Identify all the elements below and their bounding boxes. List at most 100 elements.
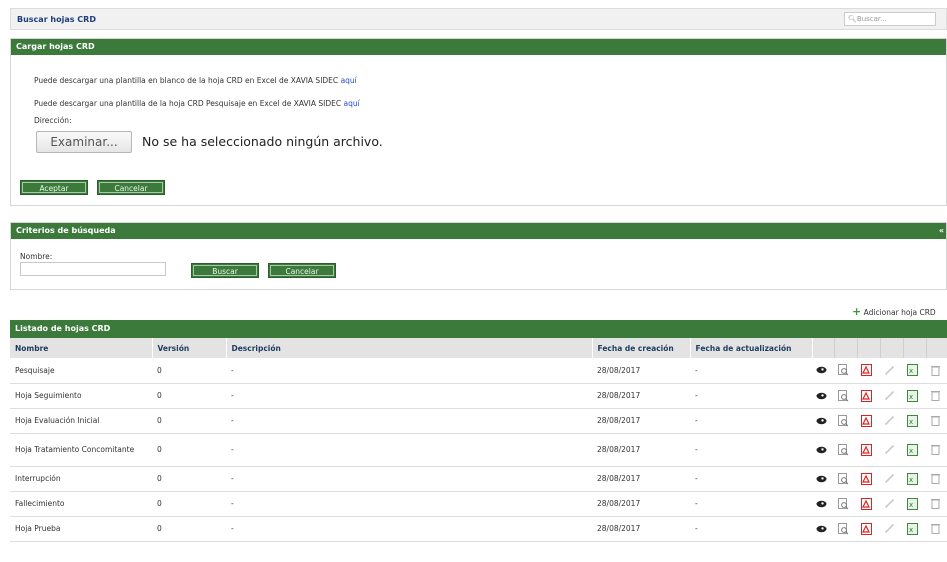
pesquisaje-download-line: Puede descargar una plantilla de la hoja… <box>34 99 360 108</box>
eye-icon[interactable] <box>812 470 830 488</box>
search-panel-title-bar: Criterios de búsqueda « <box>11 223 946 239</box>
cell-descripcion: - <box>226 383 592 409</box>
cell-action <box>857 408 880 434</box>
template-download-link[interactable]: aquí <box>341 76 357 85</box>
cell-nombre: Hoja Seguimiento <box>10 383 152 409</box>
column-header-fecha-creacion[interactable]: Fecha de creación <box>592 338 691 358</box>
cell-version: 0 <box>152 433 226 467</box>
eye-icon[interactable] <box>812 361 830 379</box>
preview-icon[interactable] <box>834 520 852 538</box>
pdf-icon[interactable] <box>857 441 875 459</box>
cell-fecha-actualizacion: - <box>690 466 812 492</box>
column-header-nombre[interactable]: Nombre <box>10 338 153 358</box>
pdf-icon[interactable] <box>857 412 875 430</box>
cell-nombre: Hoja Tratamiento Concomitante <box>10 433 152 467</box>
cell-action <box>926 491 947 517</box>
svg-text:x: x <box>909 476 913 484</box>
excel-icon[interactable]: x <box>903 495 921 513</box>
pdf-icon[interactable] <box>857 520 875 538</box>
svg-text:x: x <box>909 418 913 426</box>
search-panel: Criterios de búsqueda « <box>10 222 947 290</box>
cell-action <box>834 383 857 409</box>
svg-text:x: x <box>909 526 913 534</box>
search-input[interactable]: 🔍︎Buscar... <box>844 12 936 26</box>
edit-icon[interactable] <box>880 387 898 405</box>
edit-icon[interactable] <box>880 520 898 538</box>
delete-icon[interactable] <box>926 387 944 405</box>
cell-fecha-actualizacion: - <box>690 408 812 434</box>
page-title: Buscar hojas CRD <box>17 15 96 24</box>
accept-button[interactable]: Aceptar <box>20 180 88 195</box>
cell-action <box>812 383 834 409</box>
edit-icon[interactable] <box>880 361 898 379</box>
cell-action <box>880 433 903 467</box>
preview-icon[interactable] <box>834 441 852 459</box>
cell-action <box>812 358 834 384</box>
column-header-descripcion[interactable]: Descripción <box>226 338 593 358</box>
cell-action: x <box>903 466 926 492</box>
excel-icon[interactable]: x <box>903 387 921 405</box>
template-download-text: Puede descargar una plantilla en blanco … <box>34 76 339 85</box>
eye-icon[interactable] <box>812 520 830 538</box>
cell-action <box>857 491 880 517</box>
excel-icon[interactable]: x <box>903 412 921 430</box>
excel-icon[interactable]: x <box>903 470 921 488</box>
preview-icon[interactable] <box>834 387 852 405</box>
excel-icon[interactable]: x <box>903 361 921 379</box>
pesquisaje-download-link[interactable]: aquí <box>343 99 359 108</box>
cell-action <box>880 466 903 492</box>
cell-descripcion: - <box>226 466 592 492</box>
pdf-icon[interactable] <box>857 495 875 513</box>
column-header-fecha-actualizacion[interactable]: Fecha de actualización <box>690 338 813 358</box>
table-row: Hoja Evaluación Inicial 0-28/08/2017- x <box>10 408 947 434</box>
delete-icon[interactable] <box>926 520 944 538</box>
search-button[interactable]: Buscar <box>191 263 259 278</box>
edit-icon[interactable] <box>880 495 898 513</box>
table-row: Pesquisaje 0-28/08/2017- x <box>10 358 947 384</box>
cell-fecha-creacion: 28/08/2017 <box>592 466 690 492</box>
cell-version: 0 <box>152 516 226 542</box>
preview-icon[interactable] <box>834 361 852 379</box>
svg-text:x: x <box>909 447 913 455</box>
pdf-icon[interactable] <box>857 470 875 488</box>
delete-icon[interactable] <box>926 441 944 459</box>
column-header-action-6 <box>926 338 947 358</box>
cell-action <box>926 516 947 542</box>
edit-icon[interactable] <box>880 412 898 430</box>
search-cancel-button[interactable]: Cancelar <box>268 263 336 278</box>
edit-icon[interactable] <box>880 441 898 459</box>
eye-icon[interactable] <box>812 495 830 513</box>
collapse-icon[interactable]: « <box>939 223 944 239</box>
column-header-action-2 <box>834 338 858 358</box>
cell-fecha-creacion: 28/08/2017 <box>592 408 690 434</box>
name-label: Nombre: <box>20 252 53 261</box>
upload-cancel-button[interactable]: Cancelar <box>97 180 165 195</box>
excel-icon[interactable]: x <box>903 441 921 459</box>
preview-icon[interactable] <box>834 412 852 430</box>
table-row: Hoja Seguimiento 0-28/08/2017- x <box>10 383 947 409</box>
edit-icon[interactable] <box>880 470 898 488</box>
cell-action: x <box>903 408 926 434</box>
browse-file-button[interactable]: Examinar... <box>36 131 132 153</box>
delete-icon[interactable] <box>926 470 944 488</box>
delete-icon[interactable] <box>926 361 944 379</box>
eye-icon[interactable] <box>812 412 830 430</box>
eye-icon[interactable] <box>812 387 830 405</box>
description-label: Dirección: <box>34 116 72 125</box>
table-row: Fallecimiento 0-28/08/2017- x <box>10 491 947 517</box>
name-input[interactable] <box>20 262 166 276</box>
delete-icon[interactable] <box>926 412 944 430</box>
add-crd-link[interactable]: + Adicionar hoja CRD <box>852 305 936 318</box>
excel-icon[interactable]: x <box>903 520 921 538</box>
cell-version: 0 <box>152 383 226 409</box>
eye-icon[interactable] <box>812 441 830 459</box>
preview-icon[interactable] <box>834 470 852 488</box>
cell-action <box>880 491 903 517</box>
preview-icon[interactable] <box>834 495 852 513</box>
cell-action <box>857 433 880 467</box>
pdf-icon[interactable] <box>857 361 875 379</box>
search-placeholder: Buscar... <box>856 15 887 23</box>
column-header-version[interactable]: Versión <box>152 338 227 358</box>
delete-icon[interactable] <box>926 495 944 513</box>
pdf-icon[interactable] <box>857 387 875 405</box>
